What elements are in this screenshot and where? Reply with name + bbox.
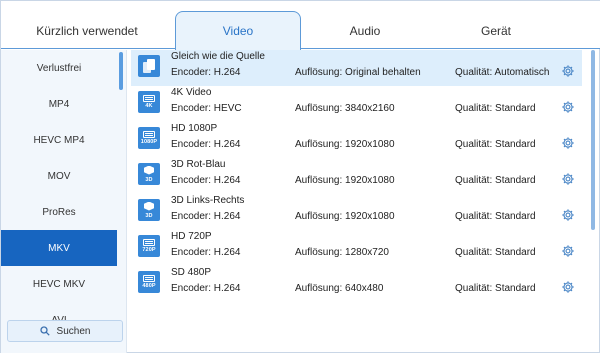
format-title: 4K Video bbox=[171, 87, 212, 98]
format-resolution: Auflösung: Original behalten bbox=[295, 67, 421, 78]
format-resolution: Auflösung: 1920x1080 bbox=[295, 139, 395, 150]
format-quality: Qualität: Standard bbox=[455, 103, 536, 114]
format-encoder: Encoder: H.264 bbox=[171, 175, 241, 186]
format-resolution: Auflösung: 1920x1080 bbox=[295, 175, 395, 186]
format-icon-tag: 720P bbox=[142, 247, 156, 253]
tab-bar: Kürzlich verwendet Video Audio Gerät bbox=[1, 1, 600, 50]
gear-icon[interactable] bbox=[561, 208, 575, 222]
sidebar-item-mov[interactable]: MOV bbox=[1, 158, 117, 194]
format-encoder: Encoder: H.264 bbox=[171, 247, 241, 258]
format-title: Gleich wie die Quelle bbox=[171, 51, 265, 62]
format-title: HD 720P bbox=[171, 231, 212, 242]
tab-recently-used[interactable]: Kürzlich verwendet bbox=[1, 12, 173, 49]
format-title: 3D Rot-Blau bbox=[171, 159, 226, 170]
format-row-4k[interactable]: 4K 4K Video Encoder: HEVC Auflösung: 384… bbox=[131, 86, 582, 122]
4k-icon: 4K bbox=[138, 91, 160, 113]
format-selector-window: Kürzlich verwendet Video Audio Gerät Ver… bbox=[0, 0, 600, 353]
sidebar-item-mkv[interactable]: MKV bbox=[1, 230, 117, 266]
sidebar-item-hevc-mp4[interactable]: HEVC MP4 bbox=[1, 122, 117, 158]
3d-icon: 3D bbox=[138, 163, 160, 185]
search-button[interactable]: Suchen bbox=[7, 320, 123, 342]
sidebar-item-mp4[interactable]: MP4 bbox=[1, 86, 117, 122]
tab-device[interactable]: Gerät bbox=[431, 12, 561, 49]
format-encoder: Encoder: H.264 bbox=[171, 67, 241, 78]
sidebar-item-prores[interactable]: ProRes bbox=[1, 194, 117, 230]
format-icon-tag: 480P bbox=[142, 283, 156, 289]
gear-icon[interactable] bbox=[561, 280, 575, 294]
list-scrollbar[interactable] bbox=[591, 50, 597, 350]
gear-icon[interactable] bbox=[561, 244, 575, 258]
format-encoder: Encoder: HEVC bbox=[171, 103, 242, 114]
format-list: Gleich wie die Quelle Encoder: H.264 Auf… bbox=[131, 50, 586, 353]
format-row-sd-480p[interactable]: 480P SD 480P Encoder: H.264 Auflösung: 6… bbox=[131, 266, 582, 302]
sidebar-item-hevc-mkv[interactable]: HEVC MKV bbox=[1, 266, 117, 302]
format-row-hd-720p[interactable]: 720P HD 720P Encoder: H.264 Auflösung: 1… bbox=[131, 230, 582, 266]
gear-icon[interactable] bbox=[561, 64, 575, 78]
3d-icon: 3D bbox=[138, 199, 160, 221]
format-row-same-as-source[interactable]: Gleich wie die Quelle Encoder: H.264 Auf… bbox=[131, 50, 582, 86]
format-icon-tag: 1080P bbox=[140, 139, 158, 145]
list-scroll-thumb[interactable] bbox=[591, 50, 595, 230]
format-quality: Qualität: Automatisch bbox=[455, 67, 550, 78]
format-quality: Qualität: Standard bbox=[455, 175, 536, 186]
format-quality: Qualität: Standard bbox=[455, 211, 536, 222]
gear-icon[interactable] bbox=[561, 136, 575, 150]
format-title: HD 1080P bbox=[171, 123, 218, 134]
480p-icon: 480P bbox=[138, 271, 160, 293]
sidebar-scrollbar[interactable] bbox=[119, 52, 123, 90]
format-icon-tag: 3D bbox=[145, 212, 153, 219]
format-resolution: Auflösung: 1280x720 bbox=[295, 247, 389, 258]
search-label: Suchen bbox=[56, 325, 91, 337]
format-title: 3D Links-Rechts bbox=[171, 195, 245, 206]
format-encoder: Encoder: H.264 bbox=[171, 211, 241, 222]
format-resolution: Auflösung: 1920x1080 bbox=[295, 211, 395, 222]
720p-icon: 720P bbox=[138, 235, 160, 257]
sidebar-item-lossless[interactable]: Verlustfrei bbox=[1, 50, 117, 86]
format-quality: Qualität: Standard bbox=[455, 283, 536, 294]
1080p-icon: 1080P bbox=[138, 127, 160, 149]
gear-icon[interactable] bbox=[561, 172, 575, 186]
search-icon bbox=[39, 326, 50, 336]
format-icon-tag: 3D bbox=[145, 176, 153, 183]
tab-audio[interactable]: Audio bbox=[301, 12, 429, 49]
format-icon-tag: 4K bbox=[145, 103, 153, 109]
format-encoder: Encoder: H.264 bbox=[171, 283, 241, 294]
format-quality: Qualität: Standard bbox=[455, 247, 536, 258]
format-resolution: Auflösung: 640x480 bbox=[295, 283, 384, 294]
format-row-3d-red-blue[interactable]: 3D 3D Rot-Blau Encoder: H.264 Auflösung:… bbox=[131, 158, 582, 194]
format-row-3d-left-right[interactable]: 3D 3D Links-Rechts Encoder: H.264 Auflös… bbox=[131, 194, 582, 230]
gear-icon[interactable] bbox=[561, 100, 575, 114]
format-encoder: Encoder: H.264 bbox=[171, 139, 241, 150]
tab-video[interactable]: Video bbox=[175, 11, 301, 50]
same-as-source-icon bbox=[138, 55, 160, 77]
format-quality: Qualität: Standard bbox=[455, 139, 536, 150]
format-category-sidebar: Verlustfrei MP4 HEVC MP4 MOV ProRes MKV … bbox=[1, 50, 127, 353]
format-resolution: Auflösung: 3840x2160 bbox=[295, 103, 395, 114]
format-title: SD 480P bbox=[171, 267, 212, 278]
format-row-hd-1080p[interactable]: 1080P HD 1080P Encoder: H.264 Auflösung:… bbox=[131, 122, 582, 158]
